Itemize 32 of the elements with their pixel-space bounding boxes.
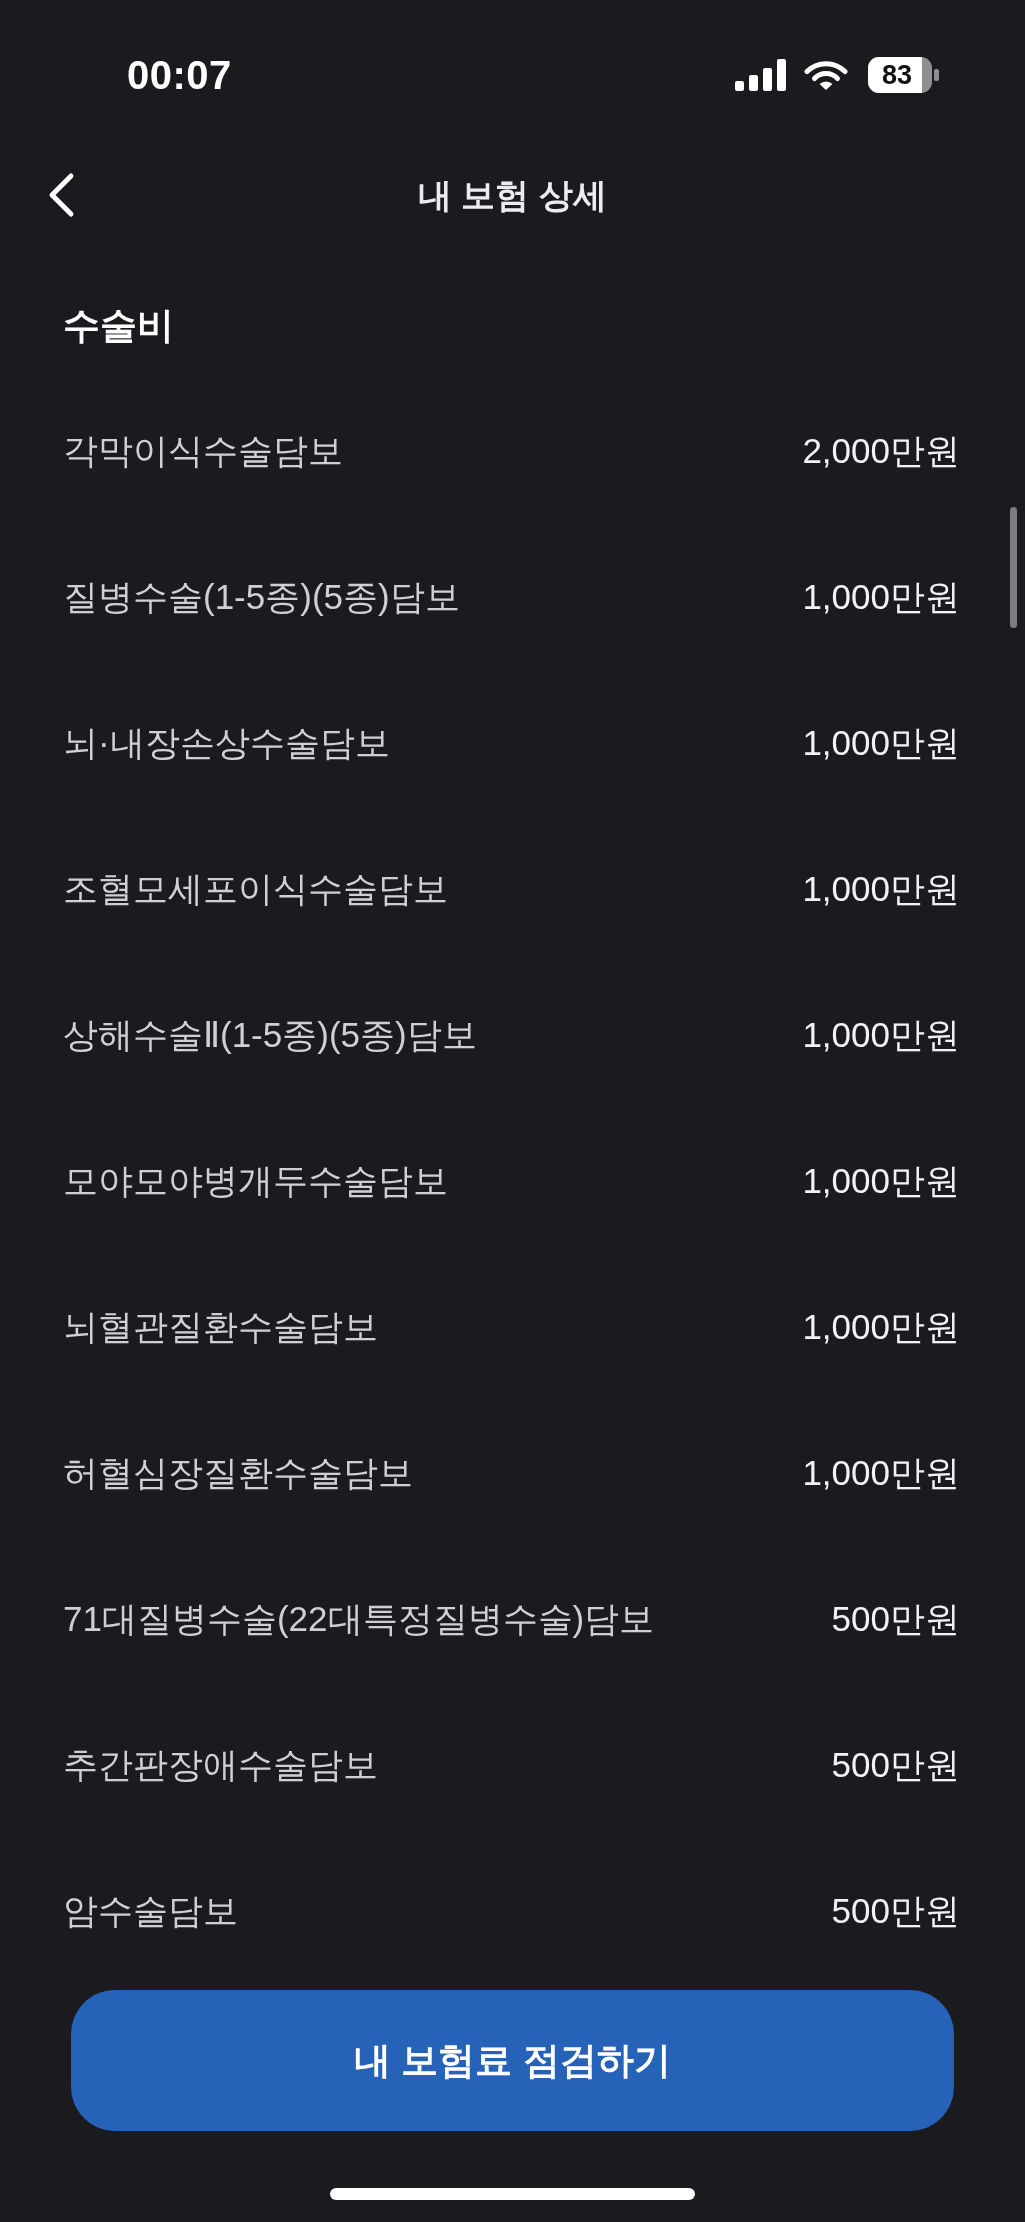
wifi-icon [804,59,848,91]
coverage-amount: 2,000만원 [802,430,960,472]
back-icon [47,172,75,218]
coverage-name: 조혈모세포이식수술담보 [63,868,448,910]
page-title: 내 보험 상세 [418,175,607,216]
battery-icon [868,57,939,93]
coverage-amount: 1,000만원 [802,1160,960,1202]
coverage-name: 뇌·내장손상수술담보 [63,722,390,764]
coverage-name: 추간판장애수술담보 [63,1744,378,1786]
coverage-name: 뇌혈관질환수술담보 [63,1306,378,1348]
check-premium-button[interactable]: 내 보험료 점검하기 [71,1990,954,2131]
section-title: 수술비 [63,306,174,346]
coverage-amount: 1,000만원 [802,1306,960,1348]
coverage-name: 허혈심장질환수술담보 [63,1452,413,1494]
coverage-amount: 1,000만원 [802,868,960,910]
status-time: 00:07 [127,53,232,97]
coverage-amount: 1,000만원 [802,1014,960,1056]
coverage-amount: 1,000만원 [802,722,960,764]
coverage-amount: 500만원 [831,1598,960,1640]
coverage-amount: 500만원 [831,1744,960,1786]
signal-icon [735,59,786,91]
coverage-amount: 1,000만원 [802,1452,960,1494]
coverage-amount: 1,000만원 [802,576,960,618]
coverage-name: 각막이식수술담보 [63,430,343,472]
coverage-amount: 500만원 [831,1890,960,1932]
coverage-name: 질병수술(1-5종)(5종)담보 [63,576,460,618]
back-button[interactable] [47,172,75,218]
coverage-name: 암수술담보 [63,1890,238,1932]
coverage-name: 모야모야병개두수술담보 [63,1160,448,1202]
coverage-name: 상해수술Ⅱ(1-5종)(5종)담보 [63,1014,477,1056]
battery-percentage: 83 [882,60,913,90]
coverage-name: 71대질병수술(22대특정질병수술)담보 [63,1598,655,1640]
